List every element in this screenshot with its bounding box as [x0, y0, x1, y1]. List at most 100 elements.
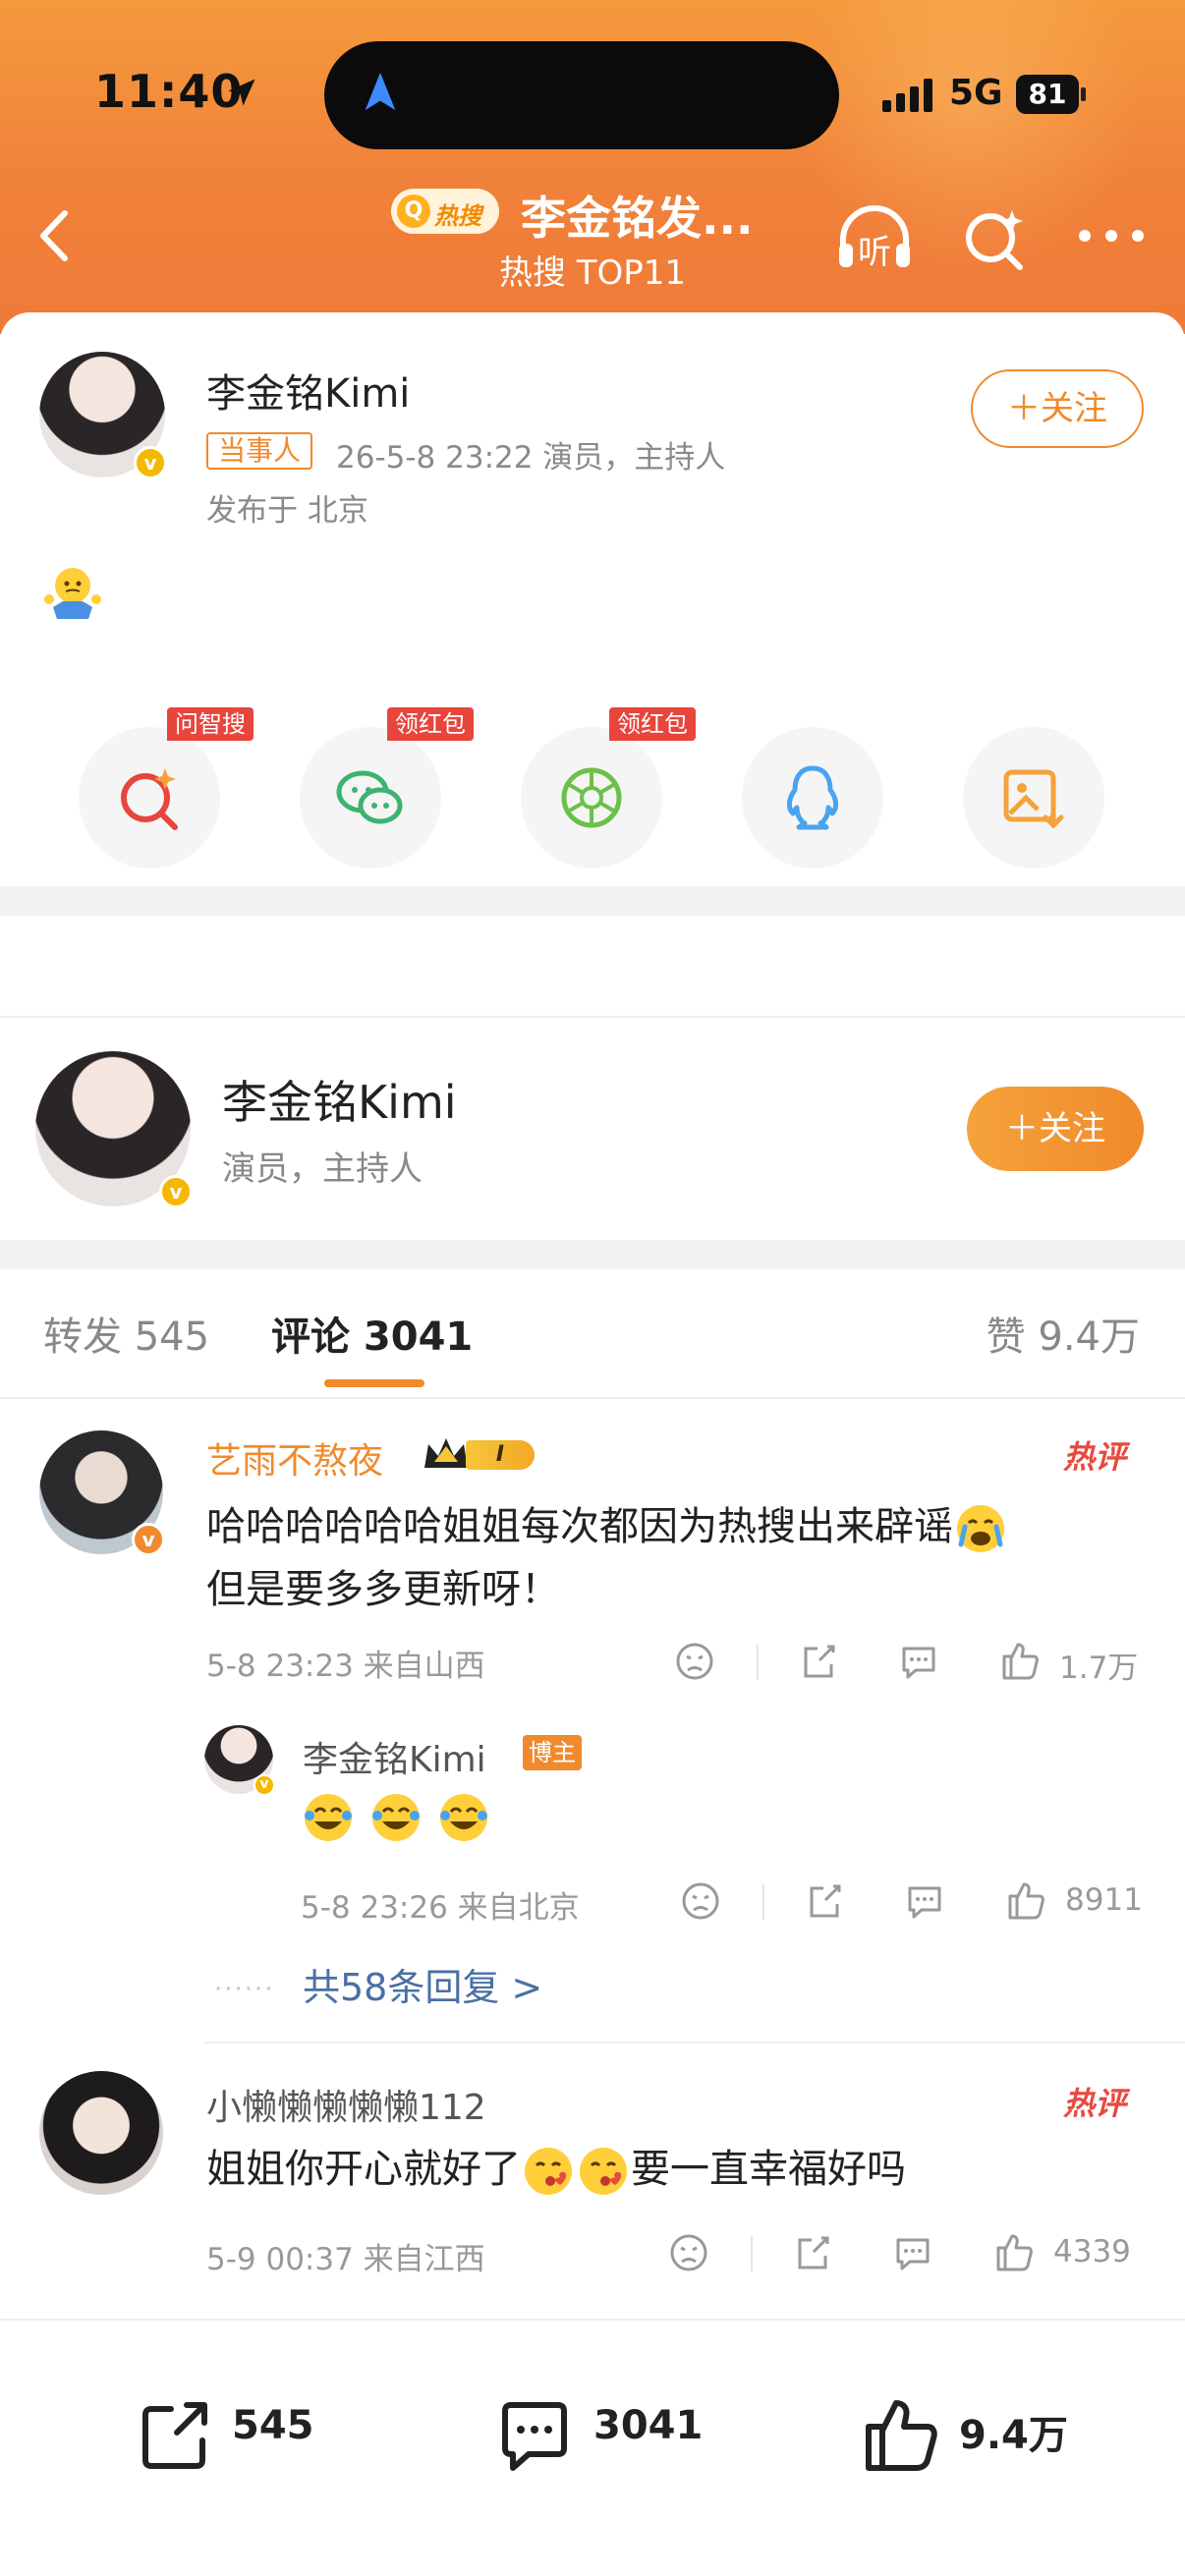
fan-level-badge: I — [421, 1434, 536, 1474]
comment-text: 姐姐你开心就好了 要一直幸福好吗 — [206, 2138, 906, 2201]
status-time: 11:40 — [94, 65, 244, 118]
status-bar: 11:40 5G 81 — [0, 0, 1185, 187]
crying-laughing-emoji-icon — [957, 1505, 1004, 1552]
author-follow-button[interactable]: ＋关注 — [967, 1087, 1144, 1171]
comment-text-line: 哈哈哈哈哈哈姐姐每次都因为热搜出来辟谣 — [206, 1504, 953, 1549]
post-location: 发布于 北京 — [206, 493, 368, 529]
share-badge-ai: 问智搜 — [167, 707, 254, 741]
save-image-icon — [1003, 769, 1064, 829]
divider — [0, 1016, 1185, 1018]
tab-indicator — [324, 1379, 424, 1387]
like-thumb-icon[interactable] — [998, 1639, 1042, 1682]
location-arrow-icon — [228, 79, 255, 106]
cellular-signal-icon — [882, 79, 932, 112]
reply-text — [301, 1790, 491, 1845]
fan-level: I — [466, 1440, 535, 1470]
tab-likes[interactable]: 赞 9.4万 — [987, 1305, 1140, 1362]
comment-count[interactable]: 3041 — [593, 2403, 703, 2448]
divider — [0, 1397, 1185, 1399]
repost-count[interactable]: 545 — [232, 2403, 314, 2448]
dislike-face-icon[interactable] — [668, 2232, 709, 2273]
share-moments-button[interactable] — [521, 727, 662, 868]
post-author-name[interactable]: 李金铭Kimi — [206, 362, 410, 419]
share-comment-icon[interactable] — [798, 1641, 839, 1682]
hot-search-chip[interactable]: Q 热搜 — [391, 189, 499, 234]
reply-like-count: 8911 — [1065, 1882, 1143, 1918]
follow-button[interactable]: ＋关注 — [971, 369, 1144, 448]
like-thumb-icon[interactable] — [992, 2230, 1036, 2273]
post-author-avatar[interactable]: v — [39, 352, 167, 479]
comment-text-line: 姐姐你开心就好了 — [206, 2147, 521, 2192]
comment-avatar[interactable]: v — [39, 1430, 165, 1556]
dislike-face-icon[interactable] — [680, 1880, 721, 1922]
verified-badge-icon: v — [254, 1774, 275, 1796]
share-wechat-button[interactable] — [300, 727, 441, 868]
repost-icon[interactable] — [136, 2397, 214, 2476]
replies-dots: ······ — [214, 1975, 275, 2004]
comment-avatar[interactable] — [39, 2071, 163, 2195]
dislike-face-icon[interactable] — [674, 1641, 715, 1682]
like-count[interactable]: 9.4万 — [959, 2403, 1068, 2460]
reply-user-name[interactable]: 李金铭Kimi — [303, 1731, 486, 1782]
verified-badge-icon: v — [159, 1175, 193, 1208]
save-image-button[interactable] — [963, 727, 1104, 868]
like-thumb-icon[interactable] — [1004, 1878, 1047, 1922]
separator — [762, 1884, 764, 1920]
navigation-arrow-icon — [365, 72, 396, 111]
share-comment-icon[interactable] — [792, 2232, 833, 2273]
comment-text: 哈哈哈哈哈哈姐姐每次都因为热搜出来辟谣 但是要多多更新呀！ — [206, 1495, 1008, 1621]
author-card-avatar[interactable]: v — [35, 1051, 193, 1208]
crown-icon — [424, 1438, 468, 1468]
post-card: v 李金铭Kimi 当事人 26-5-8 23:22 演员，主持人 发布于 北京… — [0, 312, 1185, 886]
laughing-tears-emoji-icon — [305, 1794, 352, 1841]
comment-text-line: 要一直幸福好吗 — [631, 2147, 906, 2192]
moments-aperture-icon — [561, 767, 622, 828]
section-gap — [0, 886, 1185, 916]
verified-badge-icon: v — [134, 446, 167, 479]
share-comment-icon[interactable] — [804, 1880, 845, 1922]
divider — [204, 2042, 1185, 2044]
kissing-face-emoji-icon — [525, 2148, 572, 2195]
listen-headphones-icon[interactable]: 听 — [833, 202, 916, 273]
hot-comment-label: 热评 — [1063, 1438, 1127, 1476]
svg-text:听: 听 — [858, 233, 891, 272]
nav-title: 李金铭发... — [521, 192, 754, 245]
laughing-tears-emoji-icon — [440, 1794, 488, 1841]
author-card-desc: 演员，主持人 — [222, 1149, 423, 1189]
section-gap — [0, 1240, 1185, 1269]
author-card-name[interactable]: 李金铭Kimi — [222, 1067, 457, 1132]
ai-search-icon[interactable] — [959, 204, 1030, 275]
wechat-icon — [336, 770, 403, 824]
comment-user-name[interactable]: 小懒懒懒懒懒112 — [206, 2079, 486, 2130]
comment-like-count: 4339 — [1053, 2234, 1131, 2269]
reply-bubble-icon[interactable] — [904, 1880, 945, 1922]
comment-meta: 5-9 00:37 来自江西 — [206, 2242, 485, 2277]
hot-comment-label: 热评 — [1063, 2085, 1127, 2122]
share-badge-wechat: 领红包 — [387, 707, 474, 741]
network-type: 5G — [949, 73, 1003, 113]
bottom-action-bar: 545 3041 9.4万 — [0, 2319, 1185, 2576]
view-all-replies-link[interactable]: 共58条回复 > — [303, 1957, 542, 2011]
reply-bubble-icon[interactable] — [892, 2232, 933, 2273]
comment-like-count: 1.7万 — [1059, 1651, 1139, 1686]
comment-icon[interactable] — [495, 2397, 574, 2476]
comment-meta: 5-8 23:23 来自山西 — [206, 1649, 485, 1684]
more-dots-icon[interactable] — [1075, 224, 1148, 248]
verified-badge-icon: v — [132, 1523, 165, 1556]
reply-meta: 5-8 23:26 来自北京 — [301, 1890, 580, 1926]
reply-bubble-icon[interactable] — [898, 1641, 939, 1682]
share-ai-search-button[interactable] — [79, 727, 220, 868]
reply-avatar[interactable]: v — [204, 1725, 275, 1796]
post-meta: 26-5-8 23:22 演员，主持人 — [336, 440, 726, 476]
like-icon[interactable] — [861, 2393, 943, 2476]
share-qq-button[interactable] — [742, 727, 883, 868]
comment-user-name[interactable]: 艺雨不熬夜 — [206, 1432, 383, 1484]
author-role-tag: 当事人 — [206, 432, 313, 470]
blogger-tag: 博主 — [523, 1735, 582, 1770]
tab-repost[interactable]: 转发 545 — [43, 1305, 209, 1362]
share-badge-moments: 领红包 — [609, 707, 696, 741]
separator — [751, 2236, 753, 2271]
tab-comments[interactable]: 评论 3041 — [271, 1305, 473, 1362]
hot-search-icon: Q — [397, 195, 430, 228]
battery-level: 81 — [1016, 75, 1079, 114]
